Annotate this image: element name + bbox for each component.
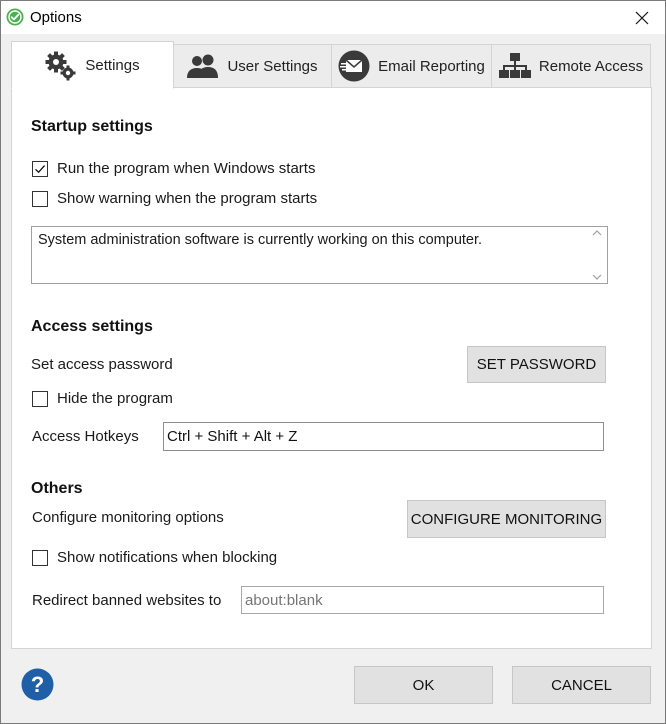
textarea-scrollbar[interactable] [589,229,605,281]
access-heading: Access settings [31,318,153,335]
monitoring-label: Configure monitoring options [32,509,224,526]
startup-heading: Startup settings [31,118,153,135]
hide-program-label: Hide the program [57,390,173,407]
tab-user-settings[interactable]: User Settings [173,44,332,88]
tab-user-settings-label: User Settings [227,57,318,75]
tab-bar: Settings User Settings Email Reporting R… [11,41,651,89]
others-heading: Others [31,480,83,497]
hotkeys-input[interactable] [163,422,604,451]
set-password-button[interactable]: SET PASSWORD [467,346,606,383]
users-icon [187,54,219,78]
tab-email-reporting[interactable]: Email Reporting [331,44,492,88]
checkmark-icon [35,164,46,173]
configure-monitoring-button[interactable]: CONFIGURE MONITORING [407,500,606,538]
network-icon [498,53,531,78]
scroll-up-icon[interactable] [592,229,602,237]
tab-settings-label: Settings [85,56,140,74]
window-title: Options [30,9,82,26]
close-icon [635,11,649,24]
help-icon[interactable]: ? [21,668,54,701]
warning-message-text: System administration software is curren… [38,232,483,248]
hotkeys-label: Access Hotkeys [32,428,139,445]
warning-message-textarea[interactable]: System administration software is curren… [31,226,608,284]
scroll-down-icon[interactable] [592,273,602,281]
app-check-icon [6,8,24,26]
title-bar[interactable]: Options [1,1,665,34]
password-label: Set access password [31,356,173,373]
show-notifications-row[interactable]: Show notifications when blocking [32,549,277,566]
run-on-start-checkbox[interactable] [32,160,48,177]
ok-button[interactable]: OK [354,666,493,704]
settings-panel: Startup settings Run the program when Wi… [11,87,652,649]
show-warning-checkbox[interactable] [32,190,48,207]
tab-email-reporting-label: Email Reporting [378,57,485,75]
hide-program-checkbox[interactable] [32,390,48,407]
show-notifications-checkbox[interactable] [32,549,48,566]
options-window: Options Settings User Settings Email Rep… [0,0,666,724]
show-warning-label: Show warning when the program starts [57,190,318,207]
tab-remote-access[interactable]: Remote Access [491,44,651,88]
hide-program-row[interactable]: Hide the program [32,390,173,407]
email-icon [338,50,370,82]
cancel-button[interactable]: CANCEL [512,666,651,704]
show-warning-row[interactable]: Show warning when the program starts [32,190,317,207]
close-button[interactable] [619,1,665,34]
show-notifications-label: Show notifications when blocking [57,549,278,566]
redirect-label: Redirect banned websites to [32,592,222,609]
tab-remote-access-label: Remote Access [538,57,644,75]
tab-settings[interactable]: Settings [11,41,174,89]
redirect-url-input[interactable] [241,586,604,614]
run-on-start-row[interactable]: Run the program when Windows starts [32,160,315,177]
svg-text:?: ? [31,672,44,697]
gears-icon [45,51,76,81]
run-on-start-label: Run the program when Windows starts [57,160,316,177]
